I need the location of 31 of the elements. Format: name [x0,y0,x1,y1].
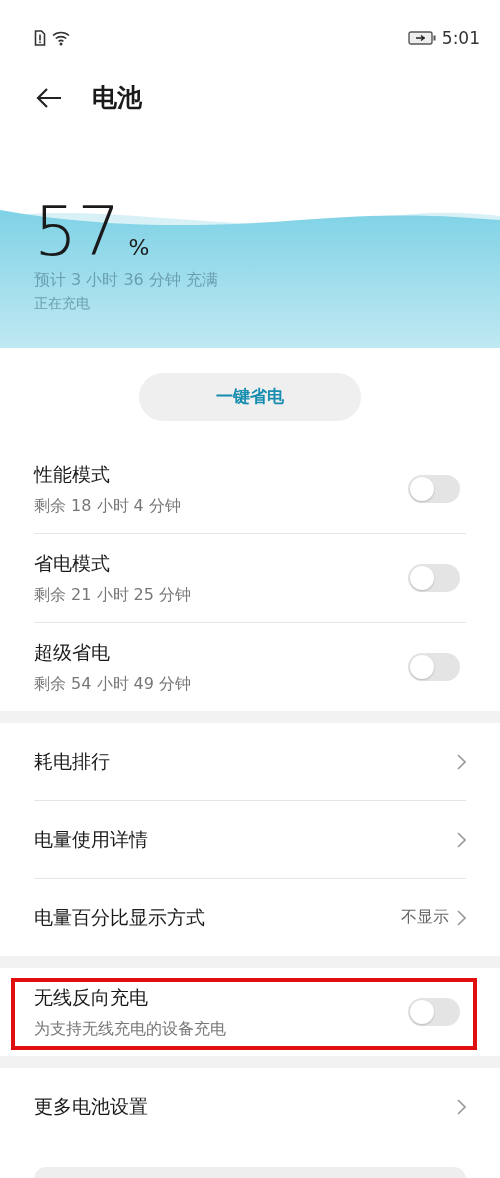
chevron-right-icon [457,1098,466,1115]
toggle-switch[interactable] [408,653,460,681]
battery-charging-icon [407,30,436,45]
toggle-switch[interactable] [408,564,460,592]
battery-percent: 57 [34,200,121,264]
setting-title: 性能模式 [34,461,111,487]
sim-alert-icon [34,29,46,46]
setting-subtitle: 剩余 18 小时 4 分钟 [34,495,181,517]
page-title: 电池 [92,82,142,114]
toggle-switch[interactable] [408,475,460,503]
charging-status: 正在充电 [34,295,91,313]
chevron-right-icon [457,753,466,770]
setting-value: 不显示 [401,907,449,928]
menu-item[interactable]: 电量百分比显示方式 [34,904,205,931]
menu-item[interactable]: 耗电排行 [34,748,110,775]
setting-title: 省电模式 [34,550,111,576]
setting-title: 超级省电 [34,639,111,665]
setting-subtitle: 剩余 21 小时 25 分钟 [34,584,192,606]
chevron-right-icon [457,831,466,848]
charge-estimate: 预计 3 小时 36 分钟 充满 [34,270,219,291]
setting-subtitle: 剩余 54 小时 49 分钟 [34,673,192,695]
menu-item[interactable]: 更多电池设置 [34,1093,148,1120]
percent-sign: % [128,235,150,260]
chevron-right-icon [457,909,466,926]
back-arrow-icon[interactable] [36,86,62,109]
clock-time: 5:01 [441,27,480,48]
setting-title: 无线反向充电 [34,984,149,1010]
setting-subtitle: 为支持无线充电的设备充电 [34,1018,226,1040]
menu-item[interactable]: 电量使用详情 [34,826,148,853]
toggle-switch[interactable] [408,998,460,1026]
wifi-icon [52,29,71,46]
